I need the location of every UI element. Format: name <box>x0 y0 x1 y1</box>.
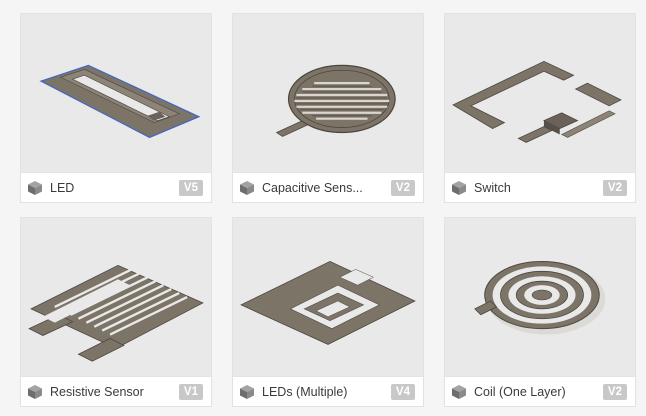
design-thumbnail <box>445 218 635 377</box>
led-trace-thumbnail <box>39 64 201 139</box>
design-name: LED <box>50 180 75 195</box>
version-badge[interactable]: V2 <box>390 179 415 196</box>
design-card-capacitive-sensor[interactable]: Capacitive Sens... V2 <box>232 13 424 203</box>
component-cube-icon <box>240 384 254 399</box>
leds-multiple-thumbnail <box>240 261 416 345</box>
design-thumbnail <box>21 14 211 173</box>
component-cube-icon <box>452 180 466 195</box>
design-grid: LED V5 Capacitive Sens... V2 Switch V2 R… <box>0 0 646 416</box>
design-label-bar: Switch V2 <box>445 172 635 202</box>
design-thumbnail <box>21 218 211 377</box>
design-label-bar: Resistive Sensor V1 <box>21 376 211 406</box>
design-name: Coil (One Layer) <box>474 384 566 399</box>
version-badge[interactable]: V1 <box>178 383 203 400</box>
component-cube-icon <box>28 180 42 195</box>
coil-thumbnail <box>474 260 606 335</box>
design-card-leds-multiple[interactable]: LEDs (Multiple) V4 <box>232 217 424 407</box>
design-name: Resistive Sensor <box>50 384 144 399</box>
component-cube-icon <box>240 180 254 195</box>
design-label-bar: LEDs (Multiple) V4 <box>233 376 423 406</box>
design-name: LEDs (Multiple) <box>262 384 348 399</box>
version-badge[interactable]: V4 <box>390 383 415 400</box>
version-badge[interactable]: V2 <box>602 179 627 196</box>
switch-thumbnail <box>452 60 622 143</box>
design-thumbnail <box>233 218 423 377</box>
design-label-bar: Coil (One Layer) V2 <box>445 376 635 406</box>
design-label-bar: LED V5 <box>21 172 211 202</box>
capacitive-sensor-thumbnail <box>275 64 396 137</box>
version-badge[interactable]: V2 <box>602 383 627 400</box>
version-badge[interactable]: V5 <box>178 179 203 196</box>
design-card-switch[interactable]: Switch V2 <box>444 13 636 203</box>
design-label-bar: Capacitive Sens... V2 <box>233 172 423 202</box>
design-card-led[interactable]: LED V5 <box>20 13 212 203</box>
design-thumbnail <box>233 14 423 173</box>
design-card-coil-one-layer[interactable]: Coil (One Layer) V2 <box>444 217 636 407</box>
component-cube-icon <box>452 384 466 399</box>
design-card-resistive-sensor[interactable]: Resistive Sensor V1 <box>20 217 212 407</box>
resistive-sensor-thumbnail <box>28 264 204 362</box>
component-cube-icon <box>28 384 42 399</box>
design-thumbnail <box>445 14 635 173</box>
design-name: Capacitive Sens... <box>262 180 363 195</box>
design-name: Switch <box>474 180 511 195</box>
